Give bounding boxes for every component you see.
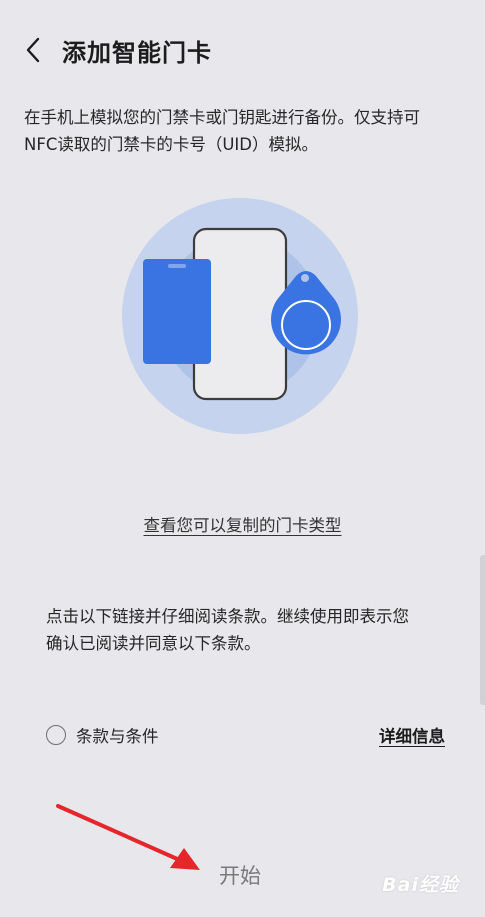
terms-label: 条款与条件 xyxy=(76,727,159,746)
chevron-left-icon xyxy=(26,37,40,63)
baidu-watermark: Bai经验 xyxy=(382,874,459,896)
start-button[interactable]: 开始 xyxy=(190,855,290,895)
access-card-shape xyxy=(143,259,211,364)
terms-radio[interactable] xyxy=(46,725,66,745)
description-line-2: NFC读取的门禁卡的卡号（UID）模拟。 xyxy=(24,135,319,154)
phone-nfc-card-keyfob-illustration xyxy=(122,198,358,434)
scrollbar[interactable] xyxy=(480,555,485,705)
back-button[interactable] xyxy=(18,30,48,70)
description-text: 在手机上模拟您的门禁卡或门钥匙进行备份。仅支持可 NFC读取的门禁卡的卡号（UI… xyxy=(24,104,459,158)
card-types-link[interactable]: 查看您可以复制的门卡类型 xyxy=(0,512,485,536)
notice-line-1: 点击以下链接并仔细阅读条款。继续使用即表示您 xyxy=(46,607,409,626)
card-slot-shape xyxy=(168,264,186,268)
details-link[interactable]: 详细信息 xyxy=(379,723,445,747)
keyfob-hole xyxy=(301,274,309,282)
page-title: 添加智能门卡 xyxy=(62,38,212,67)
app-header: 添加智能门卡 xyxy=(18,28,467,72)
terms-row: 条款与条件 详细信息 xyxy=(46,720,445,750)
description-line-1: 在手机上模拟您的门禁卡或门钥匙进行备份。仅支持可 xyxy=(24,108,420,127)
notice-line-2: 确认已阅读并同意以下条款。 xyxy=(46,634,261,653)
terms-notice-text: 点击以下链接并仔细阅读条款。继续使用即表示您 确认已阅读并同意以下条款。 xyxy=(46,603,445,657)
